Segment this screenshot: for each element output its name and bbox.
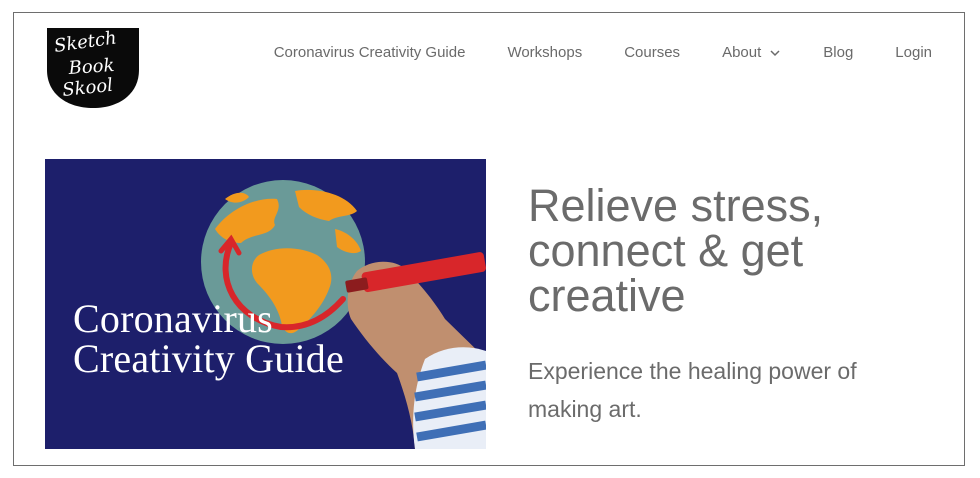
hero-image[interactable]: Coronavirus Creativity Guide	[45, 159, 486, 449]
nav-label: Workshops	[507, 44, 583, 61]
caption-line-2: Creativity Guide	[73, 336, 344, 381]
hero-subtext: Experience the healing power of making a…	[528, 352, 928, 428]
headline-line-2: connect & get	[528, 225, 804, 276]
nav-link-blog[interactable]: Blog	[823, 44, 853, 61]
headline-line-3: creative	[528, 270, 686, 321]
main-nav: Coronavirus Creativity Guide Workshops C…	[240, 44, 932, 61]
nav-link-login[interactable]: Login	[895, 44, 932, 61]
nav-label: Blog	[823, 44, 854, 61]
hero-image-caption: Coronavirus Creativity Guide	[73, 299, 344, 379]
nav-link-about[interactable]: About	[722, 44, 781, 61]
nav-link-courses[interactable]: Courses	[624, 44, 680, 61]
nav-label: Login	[895, 44, 932, 61]
headline-line-1: Relieve stress,	[528, 180, 824, 231]
logo-mark: Sketch Book Skool	[47, 27, 139, 108]
caption-line-1: Coronavirus	[73, 296, 273, 341]
chevron-down-icon	[770, 49, 780, 56]
nav-label: Coronavirus Creativity Guide	[273, 44, 466, 61]
nav-label: Courses	[624, 44, 681, 61]
nav-label: About	[722, 44, 762, 61]
nav-link-coronavirus-creativity-guide[interactable]: Coronavirus Creativity Guide	[274, 44, 466, 61]
subtext-line-2: making art.	[528, 396, 642, 422]
subtext-line-1: Experience the healing power of	[528, 358, 857, 384]
hero-headline: Relieve stress, connect & get creative	[528, 183, 928, 318]
nav-link-workshops[interactable]: Workshops	[507, 44, 582, 61]
sketchbook-skool-logo[interactable]: Sketch Book Skool	[45, 26, 141, 110]
